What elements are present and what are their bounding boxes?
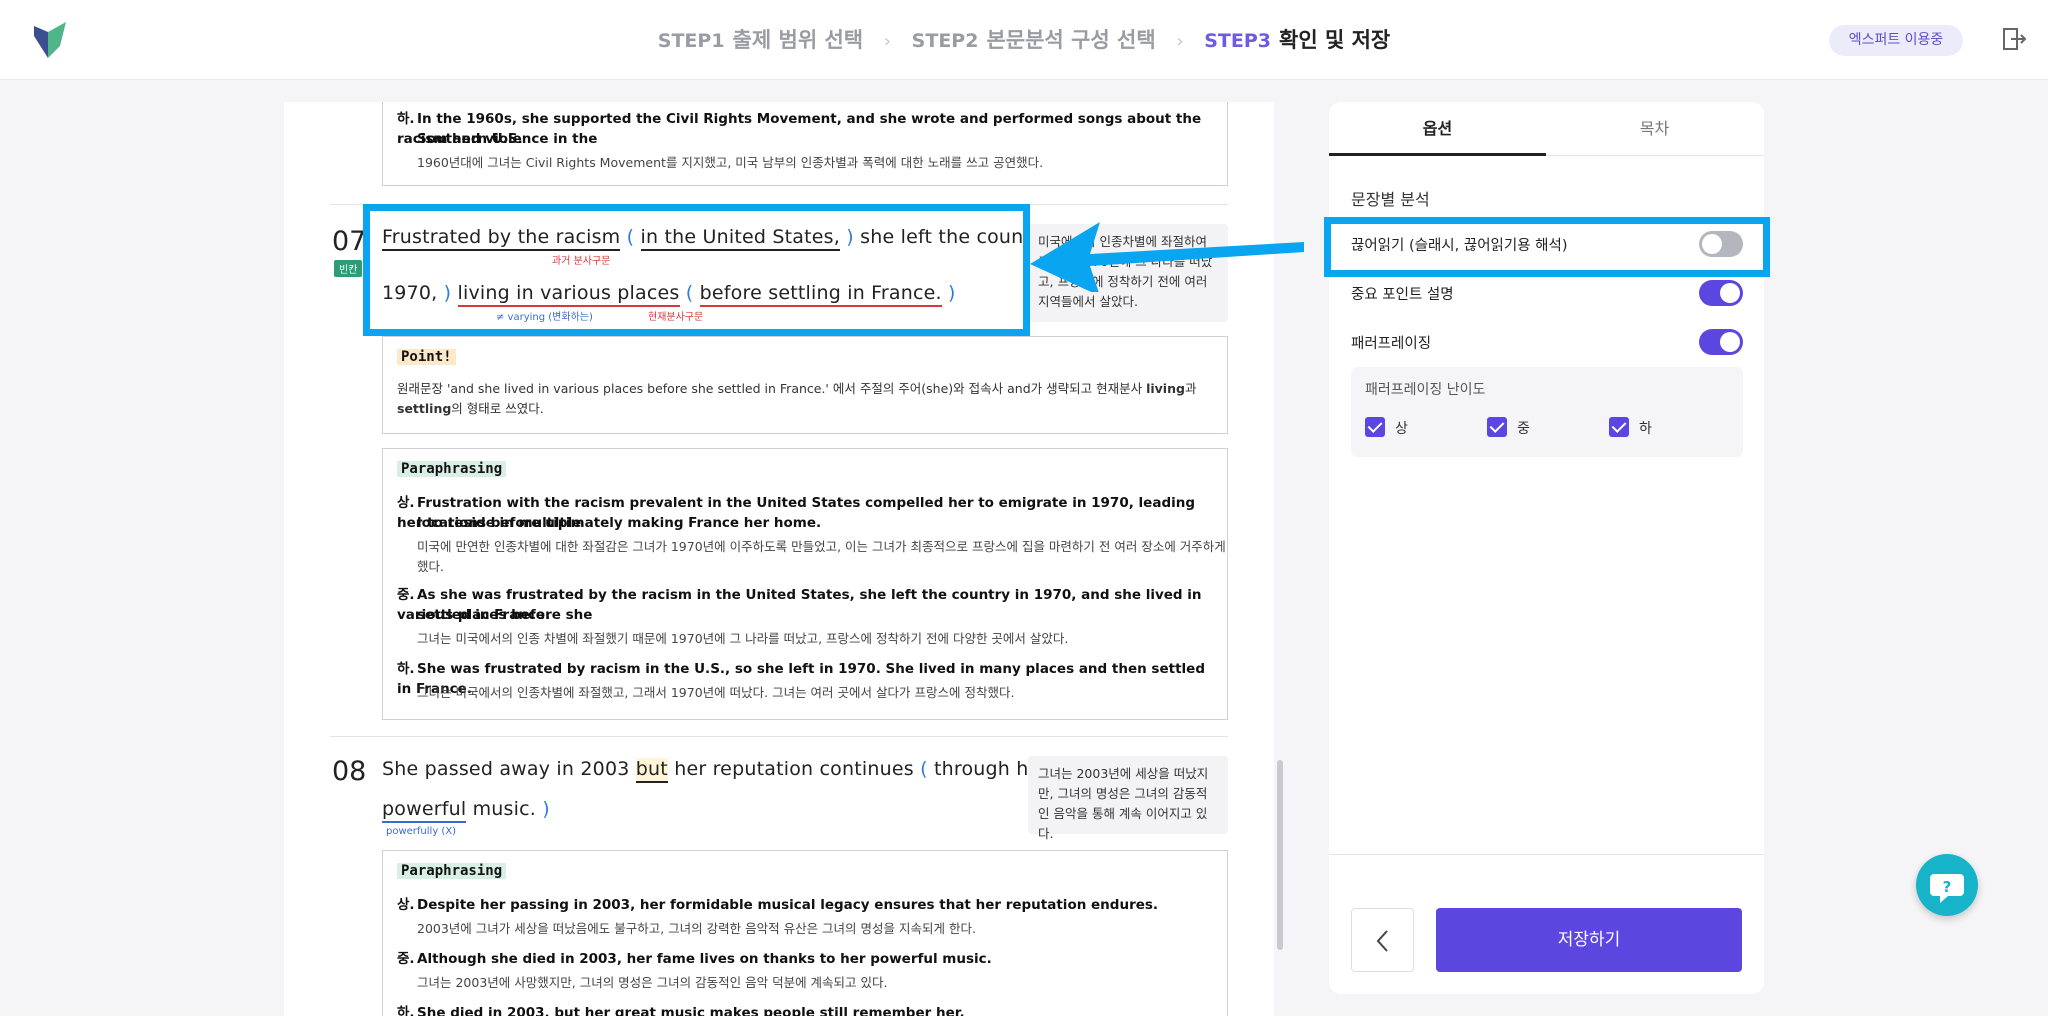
blank-tag[interactable]: 빈칸 <box>334 260 363 277</box>
paraphrasing-toggle[interactable] <box>1699 329 1743 355</box>
check-icon <box>1487 417 1507 437</box>
option-highlight-frame <box>1324 217 1770 277</box>
chevron-right-icon: › <box>1176 31 1184 52</box>
q08-para-low-label: 하. <box>397 1005 415 1016</box>
tab-options[interactable]: 옵션 <box>1329 102 1546 156</box>
paraphrasing-difficulty: 패러프레이징 난이도 상 중 하 <box>1351 367 1743 457</box>
difficulty-title: 패러프레이징 난이도 <box>1365 382 1486 398</box>
document-scrollbar[interactable] <box>1277 760 1283 950</box>
q07-para-low-ko: 그녀는 미국에서의 인종차별에 좌절했고, 그래서 1970년에 떠났다. 그녀… <box>417 685 1015 700</box>
option-key-points-label: 중요 포인트 설명 <box>1351 287 1454 303</box>
q08-para-high-ko: 2003년에 그녀가 세상을 떠났음에도 불구하고, 그녀의 강력한 음악적 유… <box>417 921 976 936</box>
q08-para-mid-en-text: Although she died in 2003, her fame live… <box>417 951 992 967</box>
svg-text:?: ? <box>1943 878 1952 896</box>
prev-item-label: 하. <box>397 111 415 127</box>
arrow-left-icon <box>1030 222 1304 292</box>
point-body-text-3: 의 형태로 쓰였다. <box>451 401 544 416</box>
q08-sentence-line2: powerful music. ) <box>382 798 550 823</box>
difficulty-mid-label: 중 <box>1517 421 1530 437</box>
sentence-analysis-title: 문장별 분석 <box>1351 190 1430 209</box>
expert-status-badge[interactable]: 엑스퍼트 이용중 <box>1829 25 1963 56</box>
q07-para-high-ko-2: 했다. <box>417 559 444 574</box>
q08-phrase-reputation[interactable]: her reputation continues <box>674 758 914 780</box>
tab-contents[interactable]: 목차 <box>1546 102 1763 156</box>
q08-para-high-label: 상. <box>397 897 415 913</box>
check-icon <box>1609 417 1629 437</box>
step-2-label: 본문분석 구성 선택 <box>986 28 1156 52</box>
step-1[interactable]: STEP1 출제 범위 선택 <box>658 24 863 54</box>
difficulty-high-label: 상 <box>1395 421 1408 437</box>
q08-phrase-music[interactable]: music. <box>473 798 536 820</box>
q08-para-mid-ko: 그녀는 2003년에 사망했지만, 그녀의 명성은 그녀의 감동적인 음악 덕분… <box>417 975 888 990</box>
question-chat-icon: ? <box>1930 874 1964 903</box>
q08-paren-close-1: ) <box>542 798 550 820</box>
step-3-number: STEP3 <box>1204 30 1271 52</box>
question-divider <box>330 736 1228 737</box>
q08-para-high-en-text: Despite her passing in 2003, her formida… <box>417 897 1159 913</box>
back-button[interactable] <box>1351 908 1414 972</box>
q08-phrase-passed-away[interactable]: She passed away in 2003 <box>382 758 630 780</box>
q07-para-high-en-2: locations before ultimately making Franc… <box>417 515 822 531</box>
panel-divider <box>1329 854 1764 855</box>
step-3[interactable]: STEP3 확인 및 저장 <box>1204 24 1390 54</box>
step-2[interactable]: STEP2 본문분석 구성 선택 <box>912 24 1156 54</box>
q07-paraphrasing-box: Paraphrasing 상. Frustration with the raci… <box>382 448 1228 720</box>
point-bold-settling: settling <box>397 401 452 416</box>
step-2-number: STEP2 <box>911 30 979 52</box>
q08-para-mid-label: 중. <box>397 951 415 967</box>
point-body: 원래문장 'and she lived in various places be… <box>397 379 1217 419</box>
q08-phrase-but[interactable]: but <box>635 758 668 783</box>
q08-note-powerfully: powerfully (X) <box>386 826 457 837</box>
question-number-08: 08 <box>332 756 367 787</box>
q08-paraphrasing-box: Paraphrasing 상. Despite her passing in 20… <box>382 850 1228 1016</box>
point-title: Point! <box>397 349 456 365</box>
step-indicator: STEP1 출제 범위 선택 › STEP2 본문분석 구성 선택 › STEP3 확… <box>0 24 2048 54</box>
sentence-highlight-frame <box>363 204 1030 336</box>
difficulty-low-label: 하 <box>1639 421 1652 437</box>
q08-phrase-powerful[interactable]: powerful <box>382 798 467 823</box>
point-bold-living: living <box>1146 381 1185 396</box>
q07-para-mid-en-2: settled in France. <box>417 607 551 623</box>
q07-para-high-ko-1: 미국에 만연한 인종차별에 대한 좌절감은 그녀가 1970년에 이주하도록 만… <box>417 539 1226 554</box>
q08-side-translation: 그녀는 2003년에 세상을 떠났지만, 그녀의 명성은 그녀의 감동적인 음악… <box>1028 756 1228 841</box>
prev-paraphrasing-box: 하. In the 1960s, she supported the Civil … <box>382 102 1228 186</box>
top-header: STEP1 출제 범위 선택 › STEP2 본문분석 구성 선택 › STEP3 확… <box>0 0 2048 80</box>
option-key-points[interactable]: 중요 포인트 설명 <box>1351 278 1743 308</box>
logout-icon[interactable] <box>2001 26 2027 52</box>
q08-sentence-line1: She passed away in 2003 but her reputati… <box>382 758 1048 783</box>
paraphrasing-title: Paraphrasing <box>397 863 507 879</box>
panel-tabs: 옵션 목차 <box>1329 102 1764 156</box>
question-number-07: 07 <box>332 226 367 257</box>
q07-para-mid-ko: 그녀는 미국에서의 인종 차별에 좌절했기 때문에 1970년에 그 나라를 떠… <box>417 631 1069 646</box>
q08-para-low-en: 하. She died in 2003, but her great music … <box>397 1003 1217 1016</box>
q07-para-high-label: 상. <box>397 495 415 511</box>
option-paraphrasing-label: 패러프레이징 <box>1351 336 1432 352</box>
key-points-toggle[interactable] <box>1699 280 1743 306</box>
paraphrasing-title: Paraphrasing <box>397 461 507 477</box>
q08-para-mid-en: 중. Although she died in 2003, her fame li… <box>397 949 1217 969</box>
toggle-knob <box>1720 283 1740 303</box>
help-chat-button[interactable]: ? <box>1916 854 1978 916</box>
chevron-right-icon: › <box>883 31 891 52</box>
q08-para-low-en-text: She died in 2003, but her great music ma… <box>417 1005 965 1016</box>
point-body-text-1: 원래문장 'and she lived in various places be… <box>397 381 1143 396</box>
option-paraphrasing[interactable]: 패러프레이징 <box>1351 327 1743 357</box>
check-icon <box>1365 417 1385 437</box>
step-3-label: 확인 및 저장 <box>1279 28 1391 52</box>
point-body-text-2: 과 <box>1184 381 1197 396</box>
q07-point-box: Point! 원래문장 'and she lived in various pl… <box>382 336 1228 434</box>
save-button[interactable]: 저장하기 <box>1436 908 1742 972</box>
q07-para-mid-label: 중. <box>397 587 415 603</box>
prev-ko: 1960년대에 그녀는 Civil Rights Movement를 지지했고,… <box>417 155 1044 170</box>
q08-para-high-en: 상. Despite her passing in 2003, her formi… <box>397 895 1217 915</box>
toggle-knob <box>1720 332 1740 352</box>
step-1-label: 출제 범위 선택 <box>732 28 864 52</box>
prev-en-line2: Southern U.S. <box>417 131 523 147</box>
q07-para-low-label: 하. <box>397 661 415 677</box>
q08-paren-open-1: ( <box>920 758 928 780</box>
step-1-number: STEP1 <box>657 30 725 52</box>
chevron-left-icon <box>1376 930 1388 952</box>
